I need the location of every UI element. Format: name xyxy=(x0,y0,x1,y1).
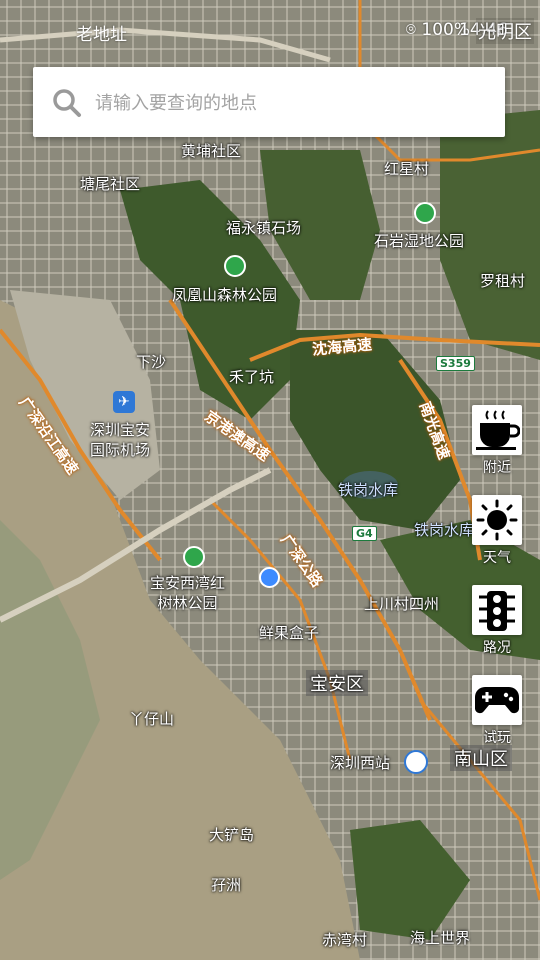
traffic-light-icon xyxy=(479,591,515,631)
nearby-label: 附近 xyxy=(483,460,511,476)
map-label-nanshan: 南山区 xyxy=(450,745,512,771)
park-marker-icon[interactable] xyxy=(224,255,246,277)
map-label-dachan: 大铲岛 xyxy=(209,826,255,844)
district-label: 光明区 xyxy=(476,18,534,44)
gamepad-icon xyxy=(475,687,519,714)
park-marker-icon[interactable] xyxy=(414,202,436,224)
map-label-shangchuan: 上川村四州 xyxy=(364,595,440,613)
sun-icon xyxy=(476,499,518,541)
satellite-map[interactable] xyxy=(0,0,540,960)
road-shield-g4: G4 xyxy=(352,526,377,541)
park-marker-icon[interactable] xyxy=(183,546,205,568)
map-label-fenghuang: 凤凰山森林公园 xyxy=(172,286,278,304)
traffic-button[interactable]: 路况 xyxy=(472,585,522,656)
station-icon[interactable] xyxy=(404,750,428,774)
map-label-shiyan: 石岩湿地公园 xyxy=(374,232,465,250)
weather-button[interactable]: 天气 xyxy=(472,495,522,566)
map-label-xiasha: 下沙 xyxy=(136,353,167,371)
map-label-baoan-park: 宝安西湾红 树林公园 xyxy=(150,574,226,612)
map-label-hongxing: 红星村 xyxy=(384,160,430,178)
game-button[interactable]: 试玩 xyxy=(472,675,522,746)
map-label-airport: 深圳宝安 国际机场 xyxy=(90,421,151,459)
map-label-baoan: 宝安区 xyxy=(306,670,368,696)
game-label: 试玩 xyxy=(483,730,511,746)
traffic-label: 路况 xyxy=(483,640,511,656)
map-label-tiegang-2: 铁岗水库 xyxy=(414,521,475,539)
map-label-fuyong: 福永镇石场 xyxy=(226,219,302,237)
status-left-text: 老地址 xyxy=(76,25,127,45)
location-icon: ⌾ xyxy=(405,20,416,40)
map-label-tiegang: 铁岗水库 xyxy=(338,481,399,499)
map-label-xizhan: 深圳西站 xyxy=(330,754,391,772)
map-label-huangpu: 黄埔社区 xyxy=(181,142,242,160)
map-label-chiwan: 赤湾村 xyxy=(322,931,368,949)
current-location-marker[interactable] xyxy=(259,567,280,588)
road-shield-s359: S359 xyxy=(436,356,475,371)
map-label-luozu: 罗租村 xyxy=(480,272,526,290)
map-label-xunzhou: 孖洲 xyxy=(211,876,242,894)
map-label-heliao: 禾了坑 xyxy=(229,368,275,386)
map-label-tangwei: 塘尾社区 xyxy=(80,175,141,193)
coffee-cup-icon xyxy=(476,410,520,450)
weather-label: 天气 xyxy=(483,550,511,566)
airport-icon[interactable]: ✈ xyxy=(113,391,135,413)
map-label-haishang: 海上世界 xyxy=(410,929,471,947)
status-bar: 老地址 ⌾ 100% 14:46 光明区 xyxy=(0,0,540,60)
map-label-yazai: 丫仔山 xyxy=(129,710,175,728)
map-label-xianguo: 鲜果盒子 xyxy=(259,624,320,642)
search-icon xyxy=(53,89,81,117)
search-bar[interactable] xyxy=(33,67,505,137)
search-input[interactable] xyxy=(93,87,487,119)
nearby-button[interactable]: 附近 xyxy=(472,405,522,476)
